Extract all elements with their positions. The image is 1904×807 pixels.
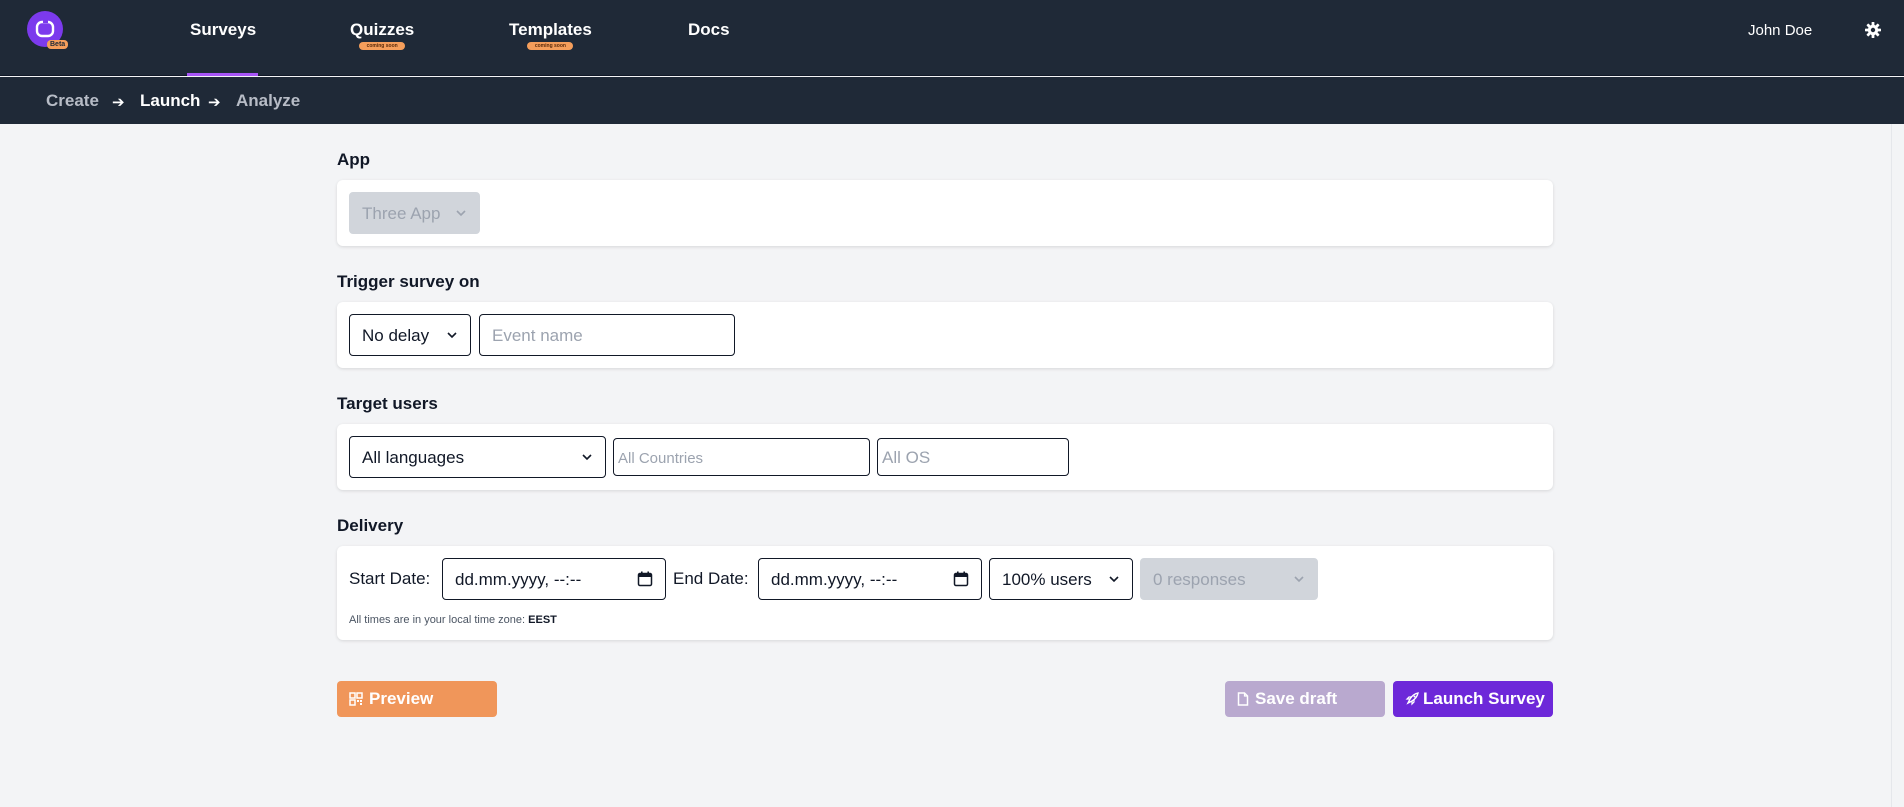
end-date-label: End Date:: [673, 569, 749, 588]
logo-icon: [35, 19, 55, 38]
language-select[interactable]: All languages: [349, 436, 606, 478]
app-select-value: Three App: [362, 204, 441, 223]
scrollbar-track[interactable]: [1891, 124, 1892, 807]
responses-value: 0 responses: [1153, 570, 1246, 589]
nav-quizzes-label: Quizzes: [350, 20, 415, 39]
calendar-icon[interactable]: [953, 571, 969, 587]
preview-button[interactable]: Preview: [337, 681, 497, 717]
arrow-right-icon: ➔: [208, 94, 221, 111]
calendar-icon[interactable]: [637, 571, 653, 587]
top-navbar: Beta Surveys Quizzes coming soon Templat…: [0, 0, 1904, 76]
coming-soon-badge: coming soon: [527, 42, 574, 50]
timezone-hint: All times are in your local time zone: E…: [349, 614, 557, 626]
timezone-value: EEST: [528, 614, 557, 626]
chevron-down-icon: [1294, 576, 1304, 583]
chevron-down-icon: [582, 454, 592, 461]
gear-icon[interactable]: [1865, 22, 1881, 38]
breadcrumb-launch[interactable]: Launch: [140, 91, 200, 111]
nav-docs-label: Docs: [688, 20, 730, 39]
language-select-value: All languages: [362, 448, 465, 467]
app-select[interactable]: Three App: [349, 192, 480, 234]
timezone-hint-text: All times are in your local time zone:: [349, 614, 526, 626]
end-date-value: dd.mm.yyyy, --:--: [771, 570, 898, 589]
user-percentage-select[interactable]: 100% users: [989, 558, 1133, 600]
delay-select[interactable]: No delay: [349, 314, 471, 356]
countries-placeholder: All Countries: [618, 450, 704, 467]
os-placeholder: All OS: [882, 448, 931, 467]
preview-label: Preview: [369, 689, 434, 708]
target-section-title: Target users: [337, 394, 438, 413]
breadcrumb: Create ➔ Launch ➔ Analyze: [0, 77, 1904, 124]
nav-templates-label: Templates: [509, 20, 592, 39]
active-nav-indicator: [187, 73, 258, 76]
save-draft-label: Save draft: [1255, 689, 1338, 708]
launch-survey-label: Launch Survey: [1423, 689, 1545, 708]
countries-input[interactable]: All Countries: [613, 438, 870, 476]
start-date-input[interactable]: dd.mm.yyyy, --:--: [442, 558, 666, 600]
delay-select-value: No delay: [362, 326, 430, 345]
chevron-down-icon: [456, 210, 466, 217]
nav-surveys[interactable]: Surveys: [190, 20, 256, 40]
qr-code-icon: [349, 692, 363, 706]
trigger-section-title: Trigger survey on: [337, 272, 480, 291]
app-section-title: App: [337, 150, 371, 169]
rocket-icon: [1405, 692, 1419, 706]
responses-select[interactable]: 0 responses: [1140, 558, 1318, 600]
event-name-placeholder: Event name: [492, 326, 583, 345]
event-name-input[interactable]: Event name: [479, 314, 735, 356]
nav-docs[interactable]: Docs: [688, 20, 730, 40]
nav-templates[interactable]: Templates coming soon: [509, 20, 592, 50]
breadcrumb-analyze[interactable]: Analyze: [236, 91, 300, 111]
start-date-value: dd.mm.yyyy, --:--: [455, 570, 582, 589]
launch-survey-button[interactable]: Launch Survey: [1393, 681, 1553, 717]
nav-surveys-label: Surveys: [190, 20, 257, 39]
coming-soon-badge: coming soon: [359, 42, 406, 50]
end-date-input[interactable]: dd.mm.yyyy, --:--: [758, 558, 982, 600]
document-icon: [1237, 692, 1249, 706]
nav-quizzes[interactable]: Quizzes coming soon: [350, 20, 414, 50]
chevron-down-icon: [1109, 576, 1119, 583]
app-card: Three App: [337, 180, 1553, 246]
user-name[interactable]: John Doe: [1748, 22, 1812, 39]
target-card: All languages All Countries All OS: [337, 424, 1553, 490]
arrow-right-icon: ➔: [112, 94, 125, 111]
delivery-section-title: Delivery: [337, 516, 404, 535]
os-input[interactable]: All OS: [877, 438, 1069, 476]
trigger-card: No delay Event name: [337, 302, 1553, 368]
chevron-down-icon: [447, 332, 457, 339]
save-draft-button[interactable]: Save draft: [1225, 681, 1385, 717]
beta-badge: Beta: [47, 40, 69, 49]
user-percentage-value: 100% users: [1002, 570, 1092, 589]
start-date-label: Start Date:: [349, 569, 431, 588]
breadcrumb-create[interactable]: Create: [46, 91, 99, 111]
